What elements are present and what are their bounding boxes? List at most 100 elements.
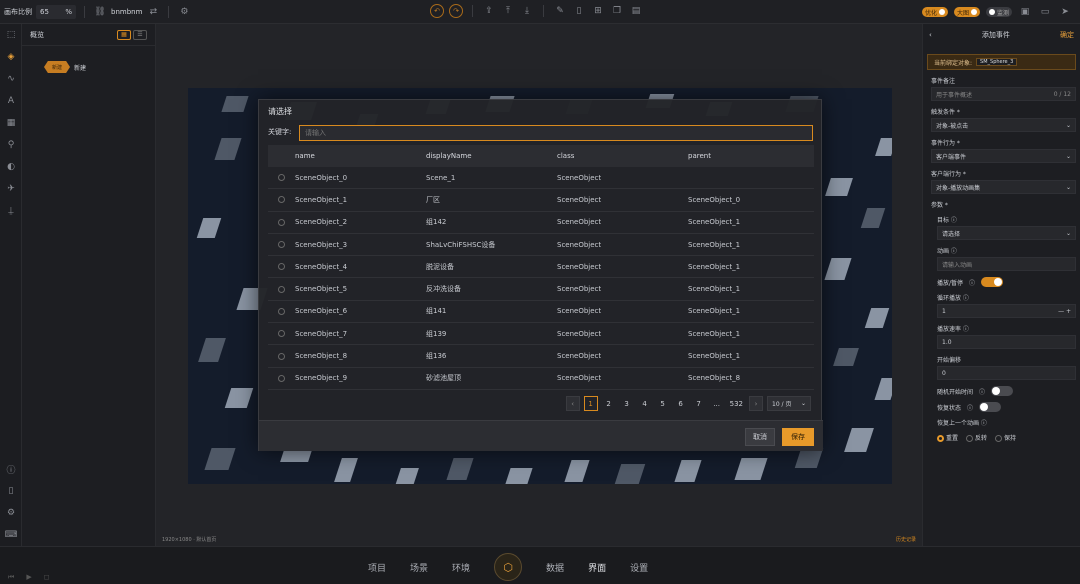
assets-icon[interactable]: ⬚ bbox=[0, 24, 22, 46]
layers-icon[interactable]: ◈ bbox=[0, 46, 22, 68]
table-row[interactable]: SceneObject_6 组141 SceneObject SceneObject_… bbox=[268, 301, 814, 324]
optimize-toggle[interactable]: 优化 bbox=[921, 7, 948, 17]
keyboard-icon[interactable]: ⌨ bbox=[0, 524, 22, 546]
filter-icon[interactable]: ⚲ bbox=[0, 134, 22, 156]
random-toggle[interactable] bbox=[991, 386, 1014, 396]
row-radio[interactable] bbox=[278, 374, 285, 382]
stamp-icon[interactable]: ⍊ bbox=[0, 200, 22, 222]
text-icon[interactable]: A bbox=[0, 90, 22, 112]
row-radio[interactable] bbox=[278, 241, 285, 249]
tab-scene[interactable]: 场景 bbox=[410, 561, 428, 574]
row-radio[interactable] bbox=[278, 196, 285, 204]
plane-icon[interactable]: ✈ bbox=[0, 178, 22, 200]
tab-environment[interactable]: 环境 bbox=[452, 561, 470, 574]
bigmap-toggle[interactable]: 大图 bbox=[953, 7, 980, 17]
gear-icon[interactable]: ⚙ bbox=[0, 502, 22, 524]
info-icon[interactable]: ⓘ bbox=[0, 458, 22, 480]
upload-icon[interactable]: ⇪ bbox=[482, 4, 496, 18]
option-keep[interactable]: 保持 bbox=[995, 433, 1016, 442]
page-button[interactable]: 2 bbox=[602, 396, 616, 411]
table-row[interactable]: SceneObject_3 ShaLvChiFSHSC设备 SceneObject S… bbox=[268, 234, 814, 257]
copy-icon[interactable]: ❐ bbox=[610, 4, 624, 18]
row-radio[interactable] bbox=[278, 263, 285, 271]
table-row[interactable]: SceneObject_9 砂滤池屋顶 SceneObject SceneObject… bbox=[268, 368, 814, 390]
target-select[interactable]: 请选择 ⌄ bbox=[937, 226, 1076, 240]
list-view-button[interactable]: ☰ bbox=[133, 29, 147, 40]
keyword-input[interactable] bbox=[299, 125, 813, 141]
next-page-button[interactable]: › bbox=[749, 396, 763, 411]
export-icon[interactable]: ⤒ bbox=[501, 4, 515, 18]
page-button[interactable]: 5 bbox=[656, 396, 670, 411]
trigger-select[interactable]: 对象-被点击 ⌄ bbox=[931, 118, 1076, 132]
scene-tile bbox=[860, 208, 886, 228]
send-icon[interactable]: ➤ bbox=[1058, 5, 1072, 19]
brush-icon[interactable]: ✎ bbox=[553, 4, 567, 18]
table-row[interactable]: SceneObject_5 反冲洗设备 SceneObject SceneObject… bbox=[268, 278, 814, 301]
redo-button[interactable]: ↷ bbox=[449, 4, 463, 18]
delete-icon[interactable]: ▯ bbox=[572, 4, 586, 18]
page-size-select[interactable]: 10 / 页 ⌄ bbox=[767, 396, 811, 411]
table-row[interactable]: SceneObject_7 组139 SceneObject SceneObject_… bbox=[268, 323, 814, 346]
page-button[interactable]: 532 bbox=[728, 396, 745, 411]
history-link[interactable]: 历史记录 bbox=[896, 536, 916, 543]
row-radio[interactable] bbox=[278, 285, 285, 293]
row-radio[interactable] bbox=[278, 330, 285, 338]
play-icon[interactable]: ▶ bbox=[26, 573, 31, 582]
prev-page-button[interactable]: ‹ bbox=[565, 396, 580, 411]
swap-icon[interactable]: ⇄ bbox=[146, 5, 160, 19]
tab-data[interactable]: 数据 bbox=[546, 561, 564, 574]
cell-class: SceneObject bbox=[557, 262, 602, 271]
grid-view-button[interactable]: ▦ bbox=[117, 29, 131, 40]
option-reset[interactable]: 重置 bbox=[937, 433, 958, 442]
speed-input[interactable]: 1.0 bbox=[937, 335, 1076, 349]
chart-icon[interactable]: ∿ bbox=[0, 68, 22, 90]
grid-icon[interactable]: ⊞ bbox=[591, 4, 605, 18]
table-row[interactable]: SceneObject_2 组142 SceneObject SceneObject_… bbox=[268, 212, 814, 234]
row-radio[interactable] bbox=[278, 307, 285, 315]
page-button[interactable]: 7 bbox=[692, 396, 706, 411]
row-radio[interactable] bbox=[278, 174, 285, 182]
note-input[interactable]: 用于事件概述 0 / 12 bbox=[931, 87, 1076, 101]
cancel-button[interactable]: 取消 bbox=[745, 428, 775, 446]
monitor-icon[interactable]: ▭ bbox=[1038, 5, 1052, 19]
shapes-icon[interactable]: ◐ bbox=[0, 156, 22, 178]
page-button[interactable]: ... bbox=[710, 396, 724, 411]
table-row[interactable]: SceneObject_0 Scene_1 SceneObject bbox=[268, 167, 814, 190]
play-toggle[interactable] bbox=[981, 277, 1004, 287]
tab-project[interactable]: 项目 bbox=[368, 561, 386, 574]
client-select[interactable]: 对象-播放动画集 ⌄ bbox=[931, 180, 1076, 194]
back-icon[interactable]: ‹ bbox=[929, 31, 932, 39]
monitor-toggle[interactable]: 监测 bbox=[985, 7, 1012, 17]
save-button[interactable]: 保存 bbox=[782, 428, 814, 446]
layer-icon[interactable]: ▤ bbox=[629, 4, 643, 18]
table-icon[interactable]: ▦ bbox=[0, 112, 22, 134]
table-row[interactable]: SceneObject_4 脱泥设备 SceneObject SceneObject_… bbox=[268, 256, 814, 279]
table-row[interactable]: SceneObject_8 组136 SceneObject SceneObject_… bbox=[268, 345, 814, 368]
download-icon[interactable]: ⤓ bbox=[520, 4, 534, 18]
option-reverse[interactable]: 反转 bbox=[966, 433, 987, 442]
row-radio[interactable] bbox=[278, 352, 285, 360]
tree-node[interactable]: 新建 新建 bbox=[44, 61, 155, 73]
stop-icon[interactable]: ◻ bbox=[44, 573, 50, 582]
offset-input[interactable]: 0 bbox=[937, 366, 1076, 380]
doc-icon[interactable]: ▯ bbox=[0, 480, 22, 502]
zoom-input[interactable]: 65% bbox=[36, 4, 76, 19]
loop-stepper[interactable]: 1— + bbox=[937, 304, 1076, 318]
page-button[interactable]: 3 bbox=[620, 396, 634, 411]
page-button[interactable]: 6 bbox=[674, 396, 688, 411]
anim-input[interactable]: 请输入动画 bbox=[937, 257, 1076, 271]
page-button[interactable]: 4 bbox=[638, 396, 652, 411]
rewind-icon[interactable]: ⏮ bbox=[8, 573, 14, 582]
table-row[interactable]: SceneObject_1 厂区 SceneObject SceneObject_0 bbox=[268, 189, 814, 212]
confirm-button[interactable]: 确定 bbox=[1060, 30, 1074, 40]
tab-settings[interactable]: 设置 bbox=[630, 561, 648, 574]
row-radio[interactable] bbox=[278, 218, 285, 226]
tab-ui[interactable]: 界面 bbox=[588, 561, 606, 574]
home-logo-icon[interactable]: ⬡ bbox=[494, 553, 523, 581]
save-icon[interactable]: ▣ bbox=[1018, 5, 1032, 19]
action-select[interactable]: 客户端事件 ⌄ bbox=[931, 149, 1076, 163]
page-button[interactable]: 1 bbox=[583, 396, 598, 411]
undo-button[interactable]: ↶ bbox=[430, 4, 444, 18]
restore-toggle[interactable] bbox=[979, 402, 1002, 412]
settings-icon[interactable]: ⚙ bbox=[177, 5, 191, 19]
